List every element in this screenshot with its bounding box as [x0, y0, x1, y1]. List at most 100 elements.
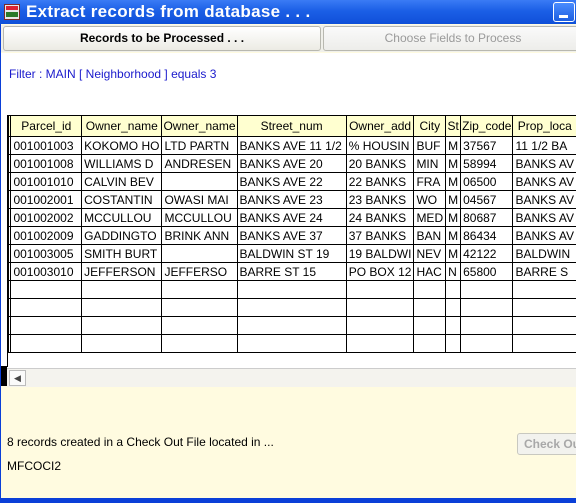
column-header[interactable]: Owner_name: [81, 115, 163, 137]
table-row[interactable]: 001003010 JEFFERSON JEFFERSO BARRE ST 15 PO …: [8, 262, 576, 281]
table-cell[interactable]: M: [445, 136, 462, 155]
table-cell[interactable]: ANDRESEN: [161, 154, 238, 173]
table-cell[interactable]: BRINK ANN: [161, 226, 238, 245]
table-row[interactable]: 001002009 GADDINGTO BRINK ANN BANKS AVE 37 3…: [8, 226, 576, 245]
table-cell[interactable]: MCCULLOU: [81, 208, 163, 227]
table-cell[interactable]: COSTANTIN: [81, 190, 163, 209]
table-row[interactable]: 001003005 SMITH BURT BALDWIN ST 19 19 BALDW…: [8, 244, 576, 263]
table-row[interactable]: 001001010 CALVIN BEV BANKS AVE 22 22 BANKS F…: [8, 172, 576, 191]
table-row[interactable]: 001001003 KOKOMO HO LTD PARTN BANKS AVE 11 …: [8, 136, 576, 155]
table-cell[interactable]: 37 BANKS: [345, 226, 415, 245]
table-cell[interactable]: 58994: [460, 154, 514, 173]
table-cell[interactable]: % HOUSIN: [345, 136, 415, 155]
records-panel: Filter : MAIN [ Neighborhood ] equals 3 …: [1, 53, 576, 387]
table-cell[interactable]: BANKS AVE 23: [236, 190, 347, 209]
column-header[interactable]: St: [445, 115, 462, 137]
column-header[interactable]: City: [413, 115, 447, 137]
table-cell[interactable]: 001001003: [10, 136, 83, 155]
column-header[interactable]: Street_num: [236, 115, 347, 137]
table-cell[interactable]: MCCULLOU: [161, 208, 238, 227]
records-grid[interactable]: Parcel_id Owner_name Owner_name Street_n…: [7, 115, 576, 367]
tab-choose-fields[interactable]: Choose Fields to Process: [323, 26, 576, 51]
table-cell[interactable]: GADDINGTO: [81, 226, 163, 245]
table-cell[interactable]: JEFFERSO: [161, 262, 238, 281]
table-cell[interactable]: M: [445, 190, 462, 209]
table-cell[interactable]: BANKS AV: [512, 154, 576, 173]
table-cell[interactable]: OWASI MAI: [161, 190, 238, 209]
column-header[interactable]: Prop_loca: [512, 115, 576, 137]
table-cell[interactable]: 65800: [460, 262, 514, 281]
table-cell[interactable]: 001003005: [10, 244, 83, 263]
table-cell[interactable]: [161, 172, 238, 191]
table-cell[interactable]: M: [445, 154, 462, 173]
table-cell[interactable]: BARRE ST 15: [236, 262, 347, 281]
table-cell[interactable]: 86434: [460, 226, 514, 245]
table-cell[interactable]: 37567: [460, 136, 514, 155]
table-cell[interactable]: MIN: [413, 154, 447, 173]
table-cell[interactable]: KOKOMO HO: [81, 136, 163, 155]
table-cell[interactable]: JEFFERSON: [81, 262, 163, 281]
table-cell[interactable]: NEV: [413, 244, 447, 263]
table-cell[interactable]: BANKS AVE 22: [236, 172, 347, 191]
table-cell[interactable]: M: [445, 172, 462, 191]
column-header[interactable]: Zip_code: [460, 115, 514, 137]
table-cell[interactable]: 001001010: [10, 172, 83, 191]
table-cell[interactable]: 001001008: [10, 154, 83, 173]
table-cell[interactable]: M: [445, 226, 462, 245]
table-cell[interactable]: BANKS AV: [512, 172, 576, 191]
table-cell[interactable]: 11 1/2 BA: [512, 136, 576, 155]
table-cell[interactable]: 42122: [460, 244, 514, 263]
table-cell[interactable]: N: [445, 262, 462, 281]
table-cell[interactable]: CALVIN BEV: [81, 172, 163, 191]
column-header[interactable]: Owner_add: [345, 115, 415, 137]
tab-records-to-be-processed[interactable]: Records to be Processed . . .: [3, 26, 321, 51]
table-cell[interactable]: BANKS AVE 20: [236, 154, 347, 173]
table-cell[interactable]: WILLIAMS D: [81, 154, 163, 173]
table-cell[interactable]: BANKS AV: [512, 226, 576, 245]
check-out-button[interactable]: Check Out: [517, 433, 576, 455]
scroll-left-arrow-icon[interactable]: ◀: [9, 370, 26, 386]
minimize-button[interactable]: [553, 2, 575, 22]
table-cell[interactable]: 22 BANKS: [345, 172, 415, 191]
table-cell[interactable]: PO BOX 12: [345, 262, 415, 281]
table-cell[interactable]: BARRE S: [512, 262, 576, 281]
table-cell[interactable]: 001003010: [10, 262, 83, 281]
table-cell[interactable]: 06500: [460, 172, 514, 191]
table-cell[interactable]: 04567: [460, 190, 514, 209]
table-cell[interactable]: BANKS AVE 37: [236, 226, 347, 245]
table-cell[interactable]: BALDWIN ST 19: [236, 244, 347, 263]
horizontal-scrollbar[interactable]: ◀: [7, 368, 576, 387]
table-cell[interactable]: WO: [413, 190, 447, 209]
table-cell[interactable]: 19 BALDWI: [345, 244, 415, 263]
table-cell[interactable]: 24 BANKS: [345, 208, 415, 227]
table-cell[interactable]: BALDWIN: [512, 244, 576, 263]
column-header[interactable]: Parcel_id: [10, 115, 83, 137]
table-cell[interactable]: FRA: [413, 172, 447, 191]
table-cell[interactable]: BANKS AV: [512, 208, 576, 227]
column-header[interactable]: Owner_name: [161, 115, 238, 137]
table-cell[interactable]: BUF: [413, 136, 447, 155]
table-row[interactable]: 001002002 MCCULLOU MCCULLOU BANKS AVE 24 24 …: [8, 208, 576, 227]
table-cell[interactable]: 001002009: [10, 226, 83, 245]
table-cell[interactable]: BANKS AVE 11 1/2: [236, 136, 347, 155]
table-cell[interactable]: BANKS AVE 24: [236, 208, 347, 227]
table-cell[interactable]: 001002001: [10, 190, 83, 209]
table-cell[interactable]: MED: [413, 208, 447, 227]
table-cell[interactable]: M: [445, 244, 462, 263]
table-cell[interactable]: 20 BANKS: [345, 154, 415, 173]
empty-cell: [10, 316, 83, 335]
table-cell[interactable]: 80687: [460, 208, 514, 227]
table-cell[interactable]: BANKS AV: [512, 190, 576, 209]
table-cell[interactable]: [161, 244, 238, 263]
table-row[interactable]: 001002001 COSTANTIN OWASI MAI BANKS AVE 23 2…: [8, 190, 576, 209]
window-client: Records to be Processed . . . Choose Fie…: [1, 24, 576, 498]
table-cell[interactable]: HAC: [413, 262, 447, 281]
table-cell[interactable]: SMITH BURT: [81, 244, 163, 263]
empty-cell: [345, 316, 415, 335]
table-cell[interactable]: M: [445, 208, 462, 227]
table-row[interactable]: 001001008 WILLIAMS D ANDRESEN BANKS AVE 20 2…: [8, 154, 576, 173]
table-cell[interactable]: LTD PARTN: [161, 136, 238, 155]
table-cell[interactable]: 001002002: [10, 208, 83, 227]
table-cell[interactable]: 23 BANKS: [345, 190, 415, 209]
table-cell[interactable]: BAN: [413, 226, 447, 245]
